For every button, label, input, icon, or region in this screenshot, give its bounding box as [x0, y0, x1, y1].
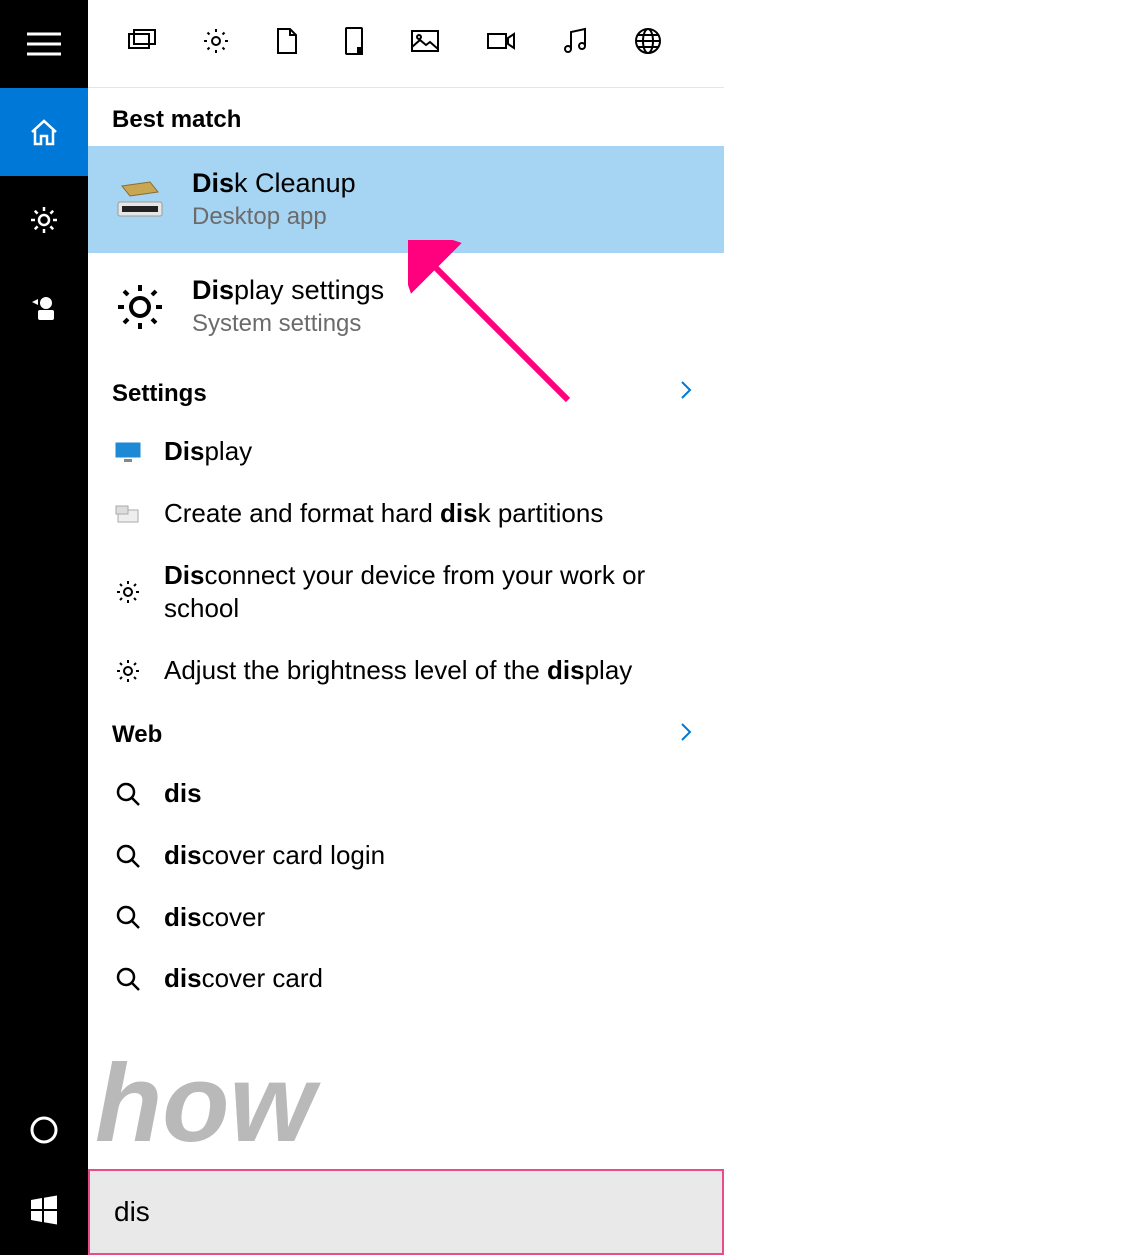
- gear-icon: [112, 279, 168, 335]
- settings-partitions[interactable]: Create and format hard disk partitions: [88, 483, 724, 545]
- web-filter-icon[interactable]: [634, 27, 662, 60]
- search-icon: [112, 963, 144, 995]
- hamburger-icon: [27, 32, 61, 56]
- search-results-panel: Best match Disk Cleanup Desktop app Disp…: [88, 0, 724, 1255]
- sidebar: [0, 0, 88, 1255]
- monitor-icon: [112, 436, 144, 468]
- settings-item-label: Display: [164, 435, 252, 469]
- people-icon: [28, 292, 60, 324]
- web-item-label: discover: [164, 901, 265, 935]
- settings-item-label: Adjust the brightness level of the displ…: [164, 654, 632, 688]
- settings-item-label: Disconnect your device from your work or…: [164, 559, 700, 627]
- settings-button[interactable]: [0, 176, 88, 264]
- web-header[interactable]: Web: [88, 702, 724, 763]
- search-icon: [112, 840, 144, 872]
- search-input[interactable]: [114, 1196, 698, 1228]
- search-icon: [112, 778, 144, 810]
- search-box[interactable]: [88, 1169, 724, 1255]
- cortana-icon: [29, 1115, 59, 1145]
- home-button[interactable]: [0, 88, 88, 176]
- cortana-button[interactable]: [0, 1095, 88, 1165]
- web-item-label: discover card login: [164, 839, 385, 873]
- settings-display[interactable]: Display: [88, 421, 724, 483]
- settings-brightness[interactable]: Adjust the brightness level of the displ…: [88, 640, 724, 702]
- result-title: Display settings: [192, 275, 384, 306]
- documents-filter-icon[interactable]: [128, 29, 156, 58]
- web-result[interactable]: discover card: [88, 948, 724, 1010]
- web-item-label: discover card: [164, 962, 323, 996]
- result-subtitle: System settings: [192, 310, 384, 338]
- gear-outline-icon: [112, 576, 144, 608]
- web-result[interactable]: discover card login: [88, 825, 724, 887]
- home-icon: [28, 116, 60, 148]
- start-button[interactable]: [0, 1165, 88, 1255]
- settings-disconnect[interactable]: Disconnect your device from your work or…: [88, 545, 724, 641]
- web-result[interactable]: discover: [88, 887, 724, 949]
- settings-item-label: Create and format hard disk partitions: [164, 497, 603, 531]
- result-display-settings[interactable]: Display settings System settings: [88, 253, 724, 360]
- gear-icon: [28, 204, 60, 236]
- chevron-right-icon: [678, 720, 694, 751]
- file-filter-icon[interactable]: [276, 27, 298, 60]
- music-filter-icon[interactable]: [562, 27, 588, 60]
- gear-outline-icon: [112, 655, 144, 687]
- best-match-header: Best match: [88, 88, 724, 146]
- search-icon: [112, 901, 144, 933]
- windows-start-icon: [29, 1195, 59, 1225]
- video-filter-icon[interactable]: [486, 30, 516, 57]
- disk-cleanup-icon: [112, 172, 168, 228]
- partition-icon: [112, 498, 144, 530]
- web-result[interactable]: dis: [88, 763, 724, 825]
- feedback-button[interactable]: [0, 264, 88, 352]
- settings-filter-icon[interactable]: [202, 27, 230, 60]
- web-item-label: dis: [164, 777, 202, 811]
- mobile-filter-icon[interactable]: [344, 26, 364, 61]
- settings-header[interactable]: Settings: [88, 360, 724, 421]
- chevron-right-icon: [678, 378, 694, 409]
- filter-row: [88, 0, 724, 88]
- result-disk-cleanup[interactable]: Disk Cleanup Desktop app: [88, 146, 724, 253]
- menu-button[interactable]: [0, 0, 88, 88]
- photo-filter-icon[interactable]: [410, 29, 440, 58]
- result-subtitle: Desktop app: [192, 203, 356, 231]
- result-title: Disk Cleanup: [192, 168, 356, 199]
